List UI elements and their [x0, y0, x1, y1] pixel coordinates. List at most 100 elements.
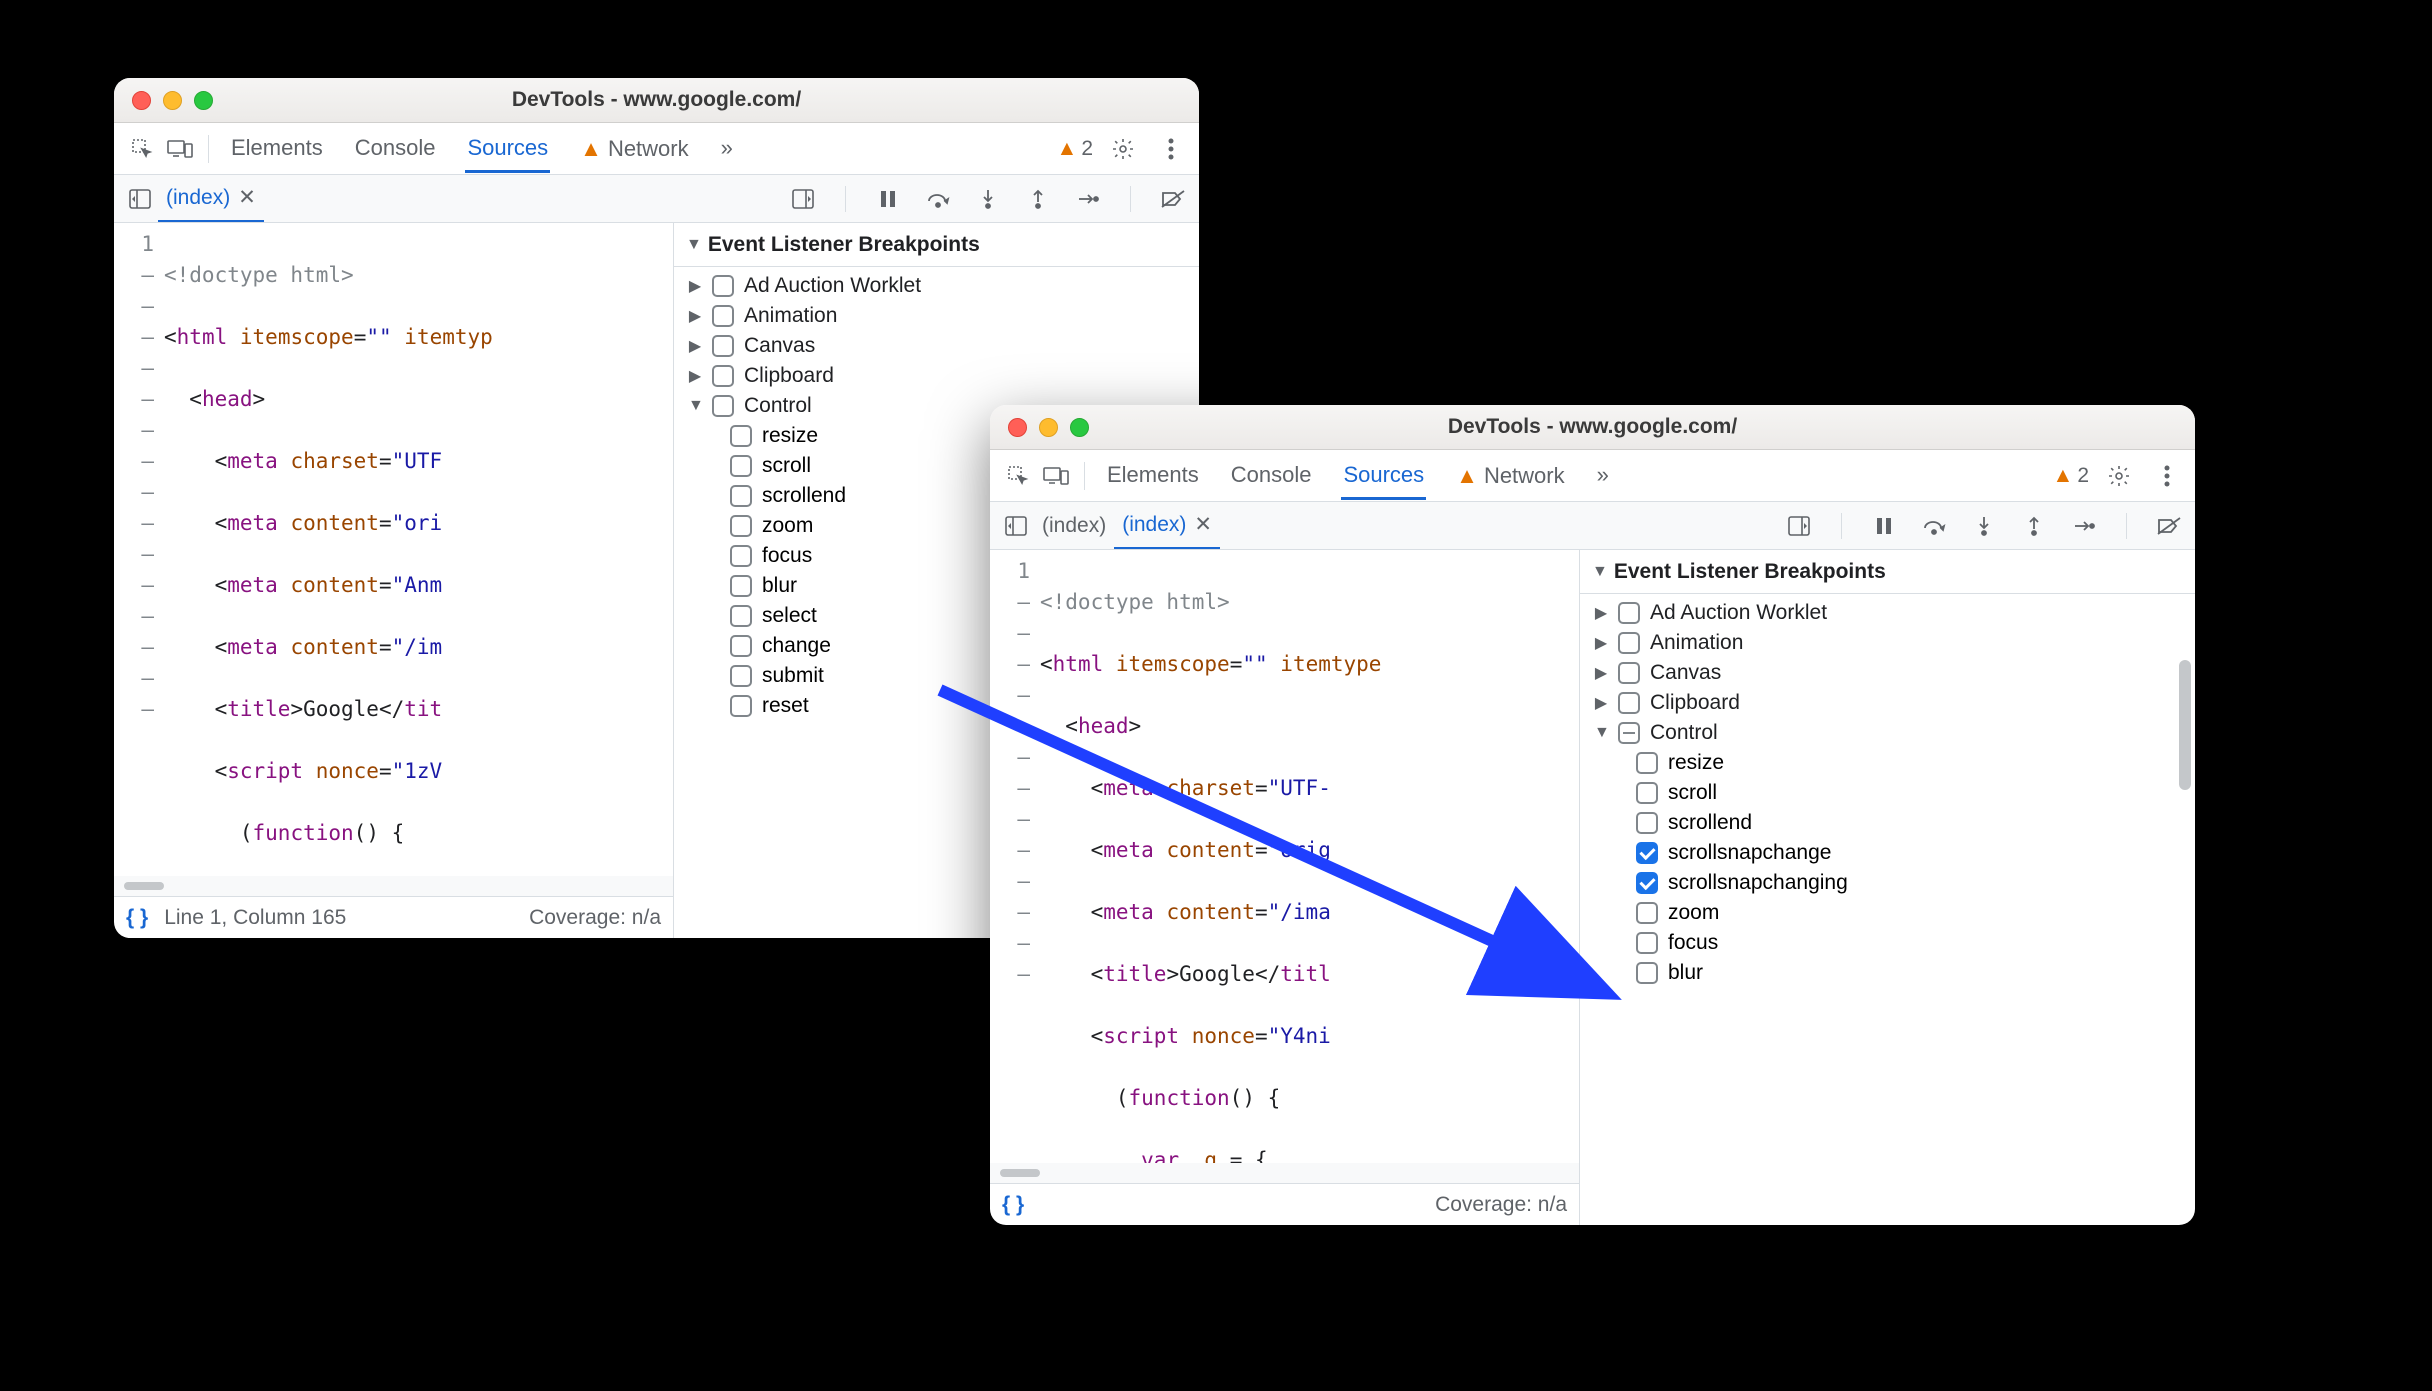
- checkbox[interactable]: [730, 455, 752, 477]
- gear-icon[interactable]: [2101, 458, 2137, 494]
- step-out-icon[interactable]: [2016, 508, 2052, 544]
- checkbox-checked[interactable]: [1636, 842, 1658, 864]
- tab-console[interactable]: Console: [353, 125, 438, 173]
- close-icon[interactable]: [1008, 418, 1027, 437]
- checkbox[interactable]: [1636, 902, 1658, 924]
- titlebar[interactable]: DevTools - www.google.com/: [990, 405, 2195, 450]
- tab-network[interactable]: ▲ Network: [578, 125, 690, 173]
- checkbox[interactable]: [730, 605, 752, 627]
- source-code[interactable]: <!doctype html> <html itemscope="" itemt…: [1040, 550, 1579, 1163]
- event-listener-breakpoints-header[interactable]: ▼ Event Listener Breakpoints: [1580, 550, 2195, 594]
- bp-scrollsnapchanging[interactable]: scrollsnapchanging: [1580, 868, 2195, 898]
- checkbox[interactable]: [1618, 662, 1640, 684]
- checkbox[interactable]: [712, 335, 734, 357]
- kebab-icon[interactable]: [1153, 131, 1189, 167]
- step-icon[interactable]: [1070, 181, 1106, 217]
- category-animation[interactable]: ▶Animation: [1580, 628, 2195, 658]
- checkbox[interactable]: [712, 365, 734, 387]
- checkbox[interactable]: [730, 695, 752, 717]
- bp-scrollend[interactable]: scrollend: [1580, 808, 2195, 838]
- inspect-icon[interactable]: [1000, 458, 1036, 494]
- category-ad-auction[interactable]: ▶Ad Auction Worklet: [674, 271, 1199, 301]
- titlebar[interactable]: DevTools - www.google.com/: [114, 78, 1199, 123]
- category-clipboard[interactable]: ▶Clipboard: [1580, 688, 2195, 718]
- checkbox[interactable]: [730, 515, 752, 537]
- step-out-icon[interactable]: [1020, 181, 1056, 217]
- checkbox[interactable]: [1618, 602, 1640, 624]
- category-animation[interactable]: ▶Animation: [674, 301, 1199, 331]
- bp-zoom[interactable]: zoom: [1580, 898, 2195, 928]
- checkbox[interactable]: [730, 485, 752, 507]
- deactivate-breakpoints-icon[interactable]: [1155, 181, 1191, 217]
- step-into-icon[interactable]: [970, 181, 1006, 217]
- tab-console[interactable]: Console: [1229, 452, 1314, 500]
- horizontal-scrollbar[interactable]: [990, 1163, 1579, 1183]
- step-into-icon[interactable]: [1966, 508, 2002, 544]
- source-code[interactable]: <!doctype html> <html itemscope="" itemt…: [164, 223, 673, 876]
- show-navigator-icon[interactable]: [998, 508, 1034, 544]
- gear-icon[interactable]: [1105, 131, 1141, 167]
- bp-scrollsnapchange[interactable]: scrollsnapchange: [1580, 838, 2195, 868]
- device-icon[interactable]: [162, 131, 198, 167]
- show-debugger-icon[interactable]: [1781, 508, 1817, 544]
- category-canvas[interactable]: ▶Canvas: [674, 331, 1199, 361]
- checkbox[interactable]: [730, 425, 752, 447]
- format-icon[interactable]: { }: [1002, 1193, 1024, 1217]
- tabs-more[interactable]: »: [1595, 452, 1611, 500]
- step-icon[interactable]: [2066, 508, 2102, 544]
- breakpoint-list[interactable]: ▶Ad Auction Worklet ▶Animation ▶Canvas ▶…: [1580, 594, 2195, 1225]
- pause-icon[interactable]: [1866, 508, 1902, 544]
- minimize-icon[interactable]: [1039, 418, 1058, 437]
- show-navigator-icon[interactable]: [122, 181, 158, 217]
- step-over-icon[interactable]: [1916, 508, 1952, 544]
- minimize-icon[interactable]: [163, 91, 182, 110]
- checkbox[interactable]: [712, 395, 734, 417]
- event-listener-breakpoints-header[interactable]: ▼ Event Listener Breakpoints: [674, 223, 1199, 267]
- bp-blur[interactable]: blur: [1580, 958, 2195, 988]
- checkbox[interactable]: [730, 635, 752, 657]
- checkbox[interactable]: [1636, 962, 1658, 984]
- pause-icon[interactable]: [870, 181, 906, 217]
- checkbox[interactable]: [1636, 812, 1658, 834]
- checkbox[interactable]: [730, 665, 752, 687]
- checkbox[interactable]: [1636, 932, 1658, 954]
- checkbox-indeterminate[interactable]: [1618, 722, 1640, 744]
- bp-resize[interactable]: resize: [1580, 748, 2195, 778]
- bp-scroll[interactable]: scroll: [1580, 778, 2195, 808]
- vertical-scrollbar[interactable]: [2179, 610, 2191, 1110]
- maximize-icon[interactable]: [194, 91, 213, 110]
- checkbox-checked[interactable]: [1636, 872, 1658, 894]
- checkbox[interactable]: [730, 545, 752, 567]
- horizontal-scrollbar[interactable]: [114, 876, 673, 896]
- close-tab-icon[interactable]: ✕: [1194, 512, 1212, 537]
- step-over-icon[interactable]: [920, 181, 956, 217]
- checkbox[interactable]: [1636, 752, 1658, 774]
- checkbox[interactable]: [1618, 632, 1640, 654]
- warnings-badge[interactable]: ▲ 2: [2053, 464, 2089, 488]
- kebab-icon[interactable]: [2149, 458, 2185, 494]
- warnings-badge[interactable]: ▲ 2: [1057, 137, 1093, 161]
- close-tab-icon[interactable]: ✕: [238, 185, 256, 210]
- format-icon[interactable]: { }: [126, 906, 148, 930]
- tab-sources[interactable]: Sources: [1341, 452, 1426, 500]
- category-clipboard[interactable]: ▶Clipboard: [674, 361, 1199, 391]
- tab-elements[interactable]: Elements: [1105, 452, 1201, 500]
- category-ad-auction[interactable]: ▶Ad Auction Worklet: [1580, 598, 2195, 628]
- show-debugger-icon[interactable]: [785, 181, 821, 217]
- checkbox[interactable]: [712, 305, 734, 327]
- checkbox[interactable]: [730, 575, 752, 597]
- maximize-icon[interactable]: [1070, 418, 1089, 437]
- device-icon[interactable]: [1038, 458, 1074, 494]
- checkbox[interactable]: [1618, 692, 1640, 714]
- inspect-icon[interactable]: [124, 131, 160, 167]
- file-tab-index-inactive[interactable]: (index): [1034, 514, 1114, 538]
- deactivate-breakpoints-icon[interactable]: [2151, 508, 2187, 544]
- category-canvas[interactable]: ▶Canvas: [1580, 658, 2195, 688]
- tab-sources[interactable]: Sources: [465, 125, 550, 173]
- file-tab-index[interactable]: (index) ✕: [158, 185, 264, 222]
- checkbox[interactable]: [1636, 782, 1658, 804]
- file-tab-index-active[interactable]: (index) ✕: [1114, 512, 1220, 549]
- tab-elements[interactable]: Elements: [229, 125, 325, 173]
- tabs-more[interactable]: »: [719, 125, 735, 173]
- checkbox[interactable]: [712, 275, 734, 297]
